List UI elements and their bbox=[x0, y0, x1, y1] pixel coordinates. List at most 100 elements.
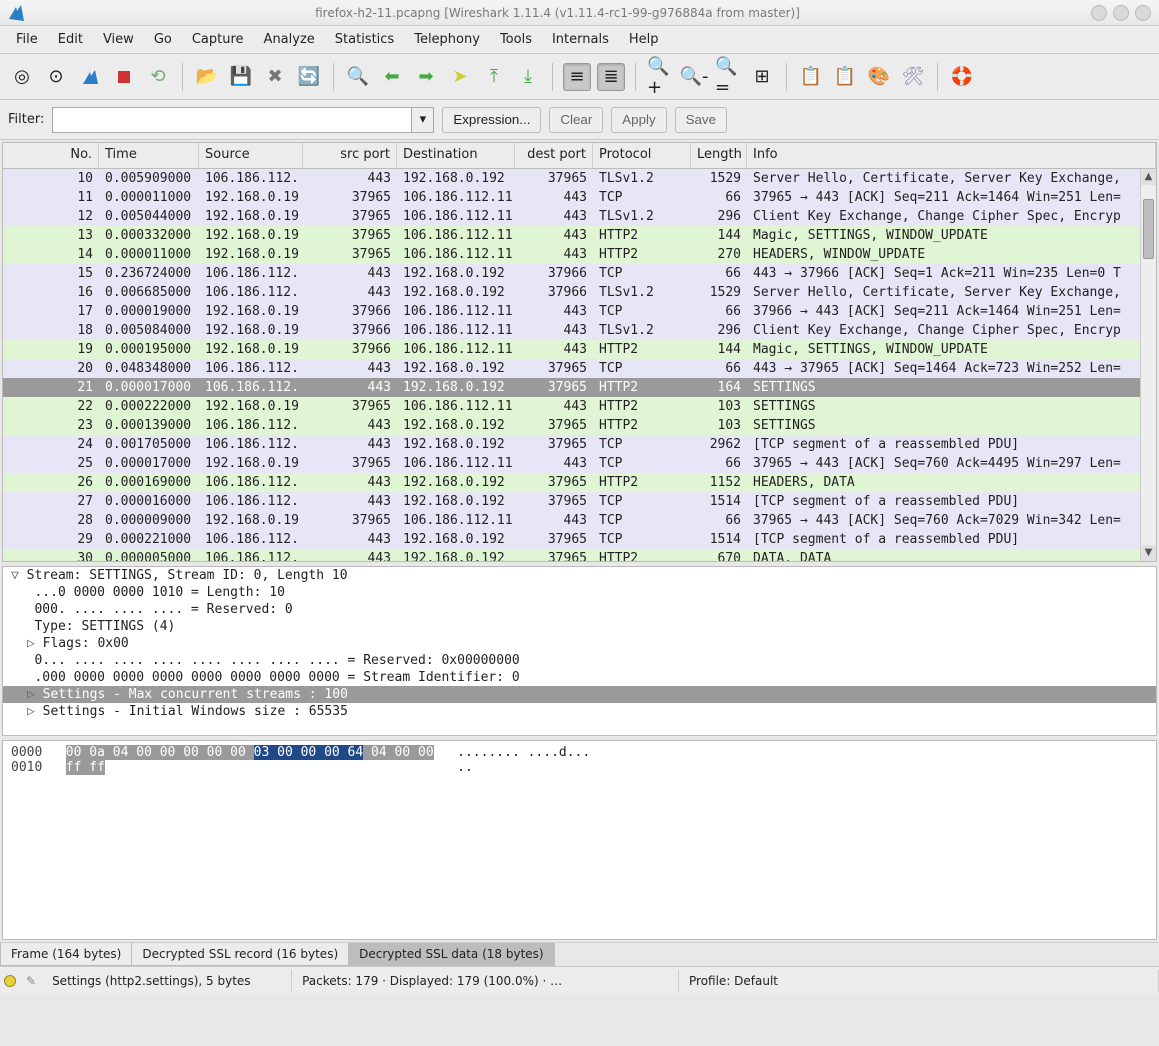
col-length[interactable]: Length bbox=[691, 143, 747, 168]
table-row[interactable]: 290.000221000106.186.112.443192.168.0.19… bbox=[3, 530, 1156, 549]
packet-details-pane[interactable]: Stream: SETTINGS, Stream ID: 0, Length 1… bbox=[2, 566, 1157, 736]
table-row[interactable]: 300.000005000106.186.112.443192.168.0.19… bbox=[3, 549, 1156, 561]
col-source[interactable]: Source bbox=[199, 143, 303, 168]
auto-scroll-icon[interactable]: ≣ bbox=[597, 63, 625, 91]
menu-edit[interactable]: Edit bbox=[50, 28, 91, 51]
options-icon[interactable]: ⊙ bbox=[42, 63, 70, 91]
colorize-icon[interactable]: ≡ bbox=[563, 63, 591, 91]
preferences-icon[interactable]: 🛠 bbox=[899, 63, 927, 91]
coloring-rules-icon[interactable]: 🎨 bbox=[865, 63, 893, 91]
detail-flags[interactable]: Flags: 0x00 bbox=[3, 635, 1156, 652]
apply-button[interactable]: Apply bbox=[611, 107, 666, 133]
go-last-icon[interactable]: ⤓ bbox=[514, 63, 542, 91]
close-button[interactable] bbox=[1135, 5, 1151, 21]
detail-stream[interactable]: Stream: SETTINGS, Stream ID: 0, Length 1… bbox=[3, 567, 1156, 584]
scroll-up-icon[interactable]: ▲ bbox=[1141, 169, 1156, 185]
table-row[interactable]: 180.005084000192.168.0.1937966106.186.11… bbox=[3, 321, 1156, 340]
menu-help[interactable]: Help bbox=[621, 28, 667, 51]
start-capture-icon[interactable] bbox=[76, 63, 104, 91]
zoom-reset-icon[interactable]: 🔍= bbox=[714, 63, 742, 91]
interfaces-icon[interactable]: ◎ bbox=[8, 63, 36, 91]
menu-file[interactable]: File bbox=[8, 28, 46, 51]
detail-settings-window-size[interactable]: Settings - Initial Windows size : 65535 bbox=[3, 703, 1156, 720]
maximize-button[interactable] bbox=[1113, 5, 1129, 21]
col-destination[interactable]: Destination bbox=[397, 143, 515, 168]
menu-statistics[interactable]: Statistics bbox=[327, 28, 402, 51]
open-icon[interactable]: 📂 bbox=[193, 63, 221, 91]
table-row[interactable]: 270.000016000106.186.112.443192.168.0.19… bbox=[3, 492, 1156, 511]
table-row[interactable]: 210.000017000106.186.112.443192.168.0.19… bbox=[3, 378, 1156, 397]
hex-row-0[interactable]: 0000 00 0a 04 00 00 00 00 00 03 00 00 00… bbox=[11, 745, 1148, 760]
table-row[interactable]: 130.000332000192.168.0.1937965106.186.11… bbox=[3, 226, 1156, 245]
filter-input[interactable] bbox=[52, 107, 412, 133]
back-icon[interactable]: ⬅ bbox=[378, 63, 406, 91]
tab-ssl-record[interactable]: Decrypted SSL record (16 bytes) bbox=[131, 943, 349, 966]
expression-button[interactable]: Expression... bbox=[442, 107, 541, 133]
reload-icon[interactable]: 🔄 bbox=[295, 63, 323, 91]
zoom-in-icon[interactable]: 🔍+ bbox=[646, 63, 674, 91]
table-row[interactable]: 160.006685000106.186.112.443192.168.0.19… bbox=[3, 283, 1156, 302]
menu-analyze[interactable]: Analyze bbox=[256, 28, 323, 51]
menu-tools[interactable]: Tools bbox=[492, 28, 540, 51]
zoom-out-icon[interactable]: 🔍- bbox=[680, 63, 708, 91]
menu-view[interactable]: View bbox=[95, 28, 142, 51]
window-title: firefox-h2-11.pcapng [Wireshark 1.11.4 (… bbox=[24, 6, 1091, 20]
menu-internals[interactable]: Internals bbox=[544, 28, 617, 51]
stop-capture-icon[interactable] bbox=[110, 63, 138, 91]
col-info[interactable]: Info bbox=[747, 143, 1156, 168]
edit-note-icon[interactable]: ✎ bbox=[26, 974, 36, 988]
titlebar: firefox-h2-11.pcapng [Wireshark 1.11.4 (… bbox=[0, 0, 1159, 26]
menu-go[interactable]: Go bbox=[146, 28, 180, 51]
display-filters-icon[interactable]: 📋 bbox=[831, 63, 859, 91]
col-time[interactable]: Time bbox=[99, 143, 199, 168]
resize-columns-icon[interactable]: ⊞ bbox=[748, 63, 776, 91]
table-row[interactable]: 150.236724000106.186.112.443192.168.0.19… bbox=[3, 264, 1156, 283]
table-row[interactable]: 260.000169000106.186.112.443192.168.0.19… bbox=[3, 473, 1156, 492]
restart-capture-icon[interactable]: ⟲ bbox=[144, 63, 172, 91]
table-row[interactable]: 170.000019000192.168.0.1937966106.186.11… bbox=[3, 302, 1156, 321]
minimize-button[interactable] bbox=[1091, 5, 1107, 21]
menu-capture[interactable]: Capture bbox=[184, 28, 252, 51]
col-src-port[interactable]: src port bbox=[303, 143, 397, 168]
expert-led-icon[interactable] bbox=[4, 975, 16, 987]
menu-telephony[interactable]: Telephony bbox=[406, 28, 488, 51]
table-row[interactable]: 100.005909000106.186.112.443192.168.0.19… bbox=[3, 169, 1156, 188]
scroll-thumb[interactable] bbox=[1143, 199, 1154, 259]
table-row[interactable]: 250.000017000192.168.0.1937965106.186.11… bbox=[3, 454, 1156, 473]
save-filter-button[interactable]: Save bbox=[675, 107, 727, 133]
col-no[interactable]: No. bbox=[3, 143, 99, 168]
go-first-icon[interactable]: ⤒ bbox=[480, 63, 508, 91]
close-file-icon[interactable]: ✖ bbox=[261, 63, 289, 91]
packet-bytes-pane[interactable]: 0000 00 0a 04 00 00 00 00 00 03 00 00 00… bbox=[2, 740, 1157, 940]
table-row[interactable]: 230.000139000106.186.112.443192.168.0.19… bbox=[3, 416, 1156, 435]
table-row[interactable]: 110.000011000192.168.0.1937965106.186.11… bbox=[3, 188, 1156, 207]
table-row[interactable]: 190.000195000192.168.0.1937966106.186.11… bbox=[3, 340, 1156, 359]
capture-filters-icon[interactable]: 📋 bbox=[797, 63, 825, 91]
table-row[interactable]: 200.048348000106.186.112.443192.168.0.19… bbox=[3, 359, 1156, 378]
tab-frame[interactable]: Frame (164 bytes) bbox=[0, 943, 132, 966]
status-profile[interactable]: Profile: Default bbox=[679, 970, 1159, 992]
col-protocol[interactable]: Protocol bbox=[593, 143, 691, 168]
packet-list-scrollbar[interactable]: ▲ ▼ bbox=[1140, 169, 1156, 561]
clear-button[interactable]: Clear bbox=[549, 107, 603, 133]
packet-list-header[interactable]: No. Time Source src port Destination des… bbox=[3, 143, 1156, 169]
packet-list-pane[interactable]: No. Time Source src port Destination des… bbox=[2, 142, 1157, 562]
col-dest-port[interactable]: dest port bbox=[515, 143, 593, 168]
table-row[interactable]: 140.000011000192.168.0.1937965106.186.11… bbox=[3, 245, 1156, 264]
detail-settings-max-streams[interactable]: Settings - Max concurrent streams : 100 bbox=[3, 686, 1156, 703]
status-field: Settings (http2.settings), 5 bytes bbox=[42, 970, 292, 992]
packet-list-body[interactable]: 100.005909000106.186.112.443192.168.0.19… bbox=[3, 169, 1156, 561]
table-row[interactable]: 220.000222000192.168.0.1937965106.186.11… bbox=[3, 397, 1156, 416]
filter-dropdown-icon[interactable]: ▾ bbox=[412, 107, 434, 133]
table-row[interactable]: 240.001705000106.186.112.443192.168.0.19… bbox=[3, 435, 1156, 454]
tab-ssl-data[interactable]: Decrypted SSL data (18 bytes) bbox=[348, 943, 554, 966]
hex-row-1[interactable]: 0010 ff ff .. bbox=[11, 760, 1148, 775]
table-row[interactable]: 120.005044000192.168.0.1937965106.186.11… bbox=[3, 207, 1156, 226]
forward-icon[interactable]: ➡ bbox=[412, 63, 440, 91]
scroll-down-icon[interactable]: ▼ bbox=[1141, 545, 1156, 561]
save-icon[interactable]: 💾 bbox=[227, 63, 255, 91]
help-icon[interactable]: 🛟 bbox=[948, 63, 976, 91]
table-row[interactable]: 280.000009000192.168.0.1937965106.186.11… bbox=[3, 511, 1156, 530]
find-icon[interactable]: 🔍 bbox=[344, 63, 372, 91]
goto-icon[interactable]: ➤ bbox=[446, 63, 474, 91]
